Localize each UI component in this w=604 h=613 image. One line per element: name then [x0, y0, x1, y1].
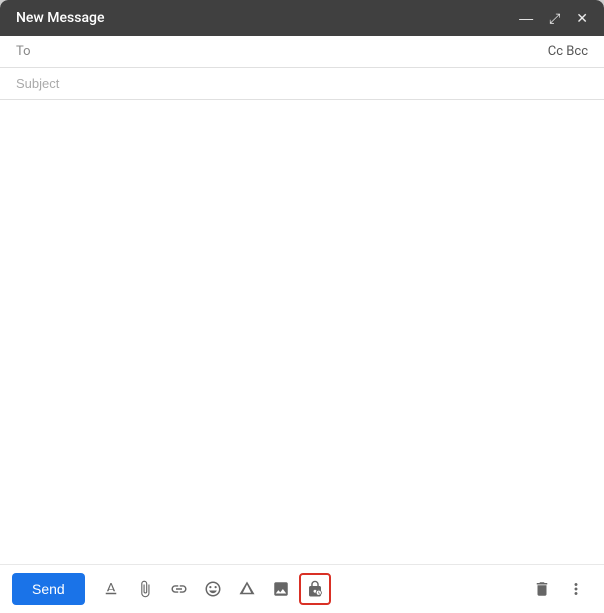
subject-row	[0, 68, 604, 100]
photo-icon[interactable]	[265, 573, 297, 605]
toolbar-right	[526, 573, 592, 605]
to-row: To Cc Bcc	[0, 36, 604, 68]
subject-input[interactable]	[16, 76, 588, 91]
link-icon[interactable]	[163, 573, 195, 605]
compose-window: New Message — ⤢ ✕ To Cc Bcc Send	[0, 0, 604, 613]
more-options-icon[interactable]	[560, 573, 592, 605]
expand-button[interactable]: ⤢	[549, 11, 560, 25]
emoji-icon[interactable]	[197, 573, 229, 605]
lock-time-icon[interactable]	[299, 573, 331, 605]
title-bar: New Message — ⤢ ✕	[0, 0, 604, 36]
delete-icon[interactable]	[526, 573, 558, 605]
minimize-button[interactable]: —	[519, 11, 533, 25]
window-title: New Message	[16, 10, 104, 26]
message-body[interactable]	[0, 100, 604, 564]
send-button[interactable]: Send	[12, 573, 85, 605]
to-label: To	[16, 44, 46, 59]
formatting-icon[interactable]	[95, 573, 127, 605]
cc-bcc-button[interactable]: Cc Bcc	[548, 44, 588, 59]
window-controls: — ⤢ ✕	[519, 11, 588, 25]
to-input[interactable]	[46, 44, 548, 59]
toolbar: Send	[0, 564, 604, 613]
attach-icon[interactable]	[129, 573, 161, 605]
drive-icon[interactable]	[231, 573, 263, 605]
close-button[interactable]: ✕	[576, 11, 588, 25]
